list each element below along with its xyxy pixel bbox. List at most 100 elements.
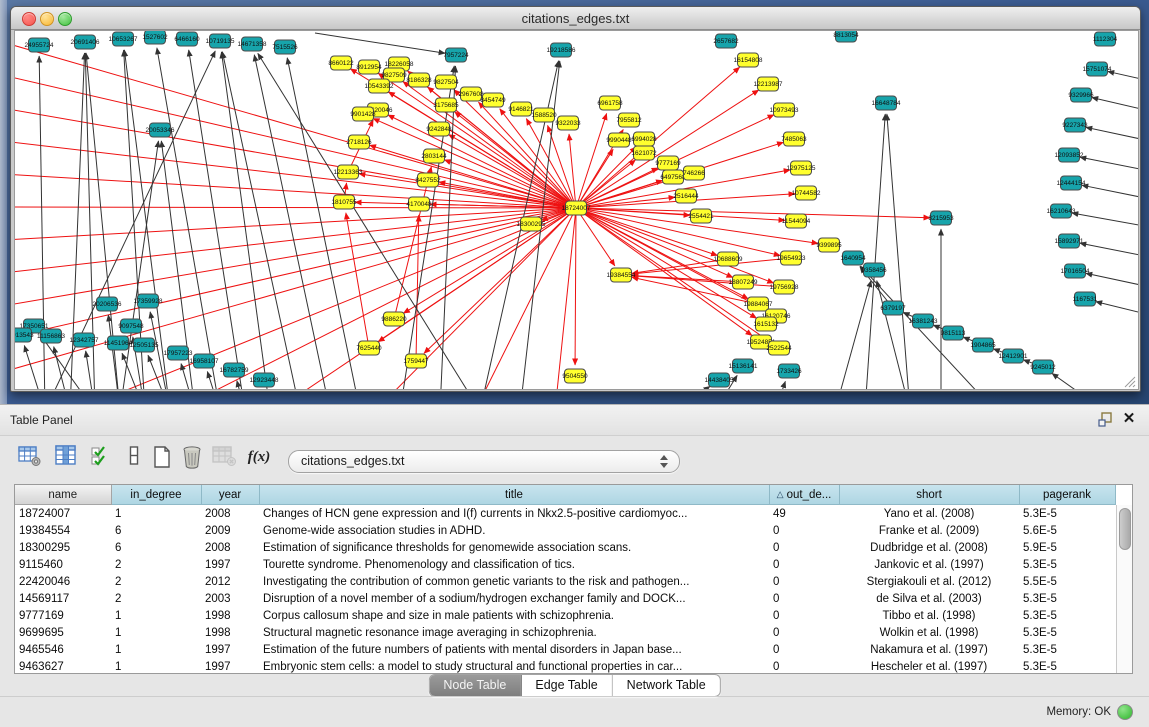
graph-node[interactable]: 10719135	[206, 34, 235, 48]
graph-node[interactable]: 14671358	[238, 37, 267, 51]
graph-node[interactable]: 12213987	[754, 77, 783, 91]
graph-node[interactable]: 9827504	[433, 75, 459, 89]
graph-node[interactable]: 10543392	[365, 79, 394, 93]
cell-title[interactable]: Estimation of significance thresholds fo…	[259, 539, 769, 556]
cell-year[interactable]: 1998	[201, 624, 259, 641]
graph-node[interactable]: 9504550	[562, 369, 588, 383]
cell-year[interactable]: 2008	[201, 539, 259, 556]
graph-node[interactable]: 9245012	[1030, 360, 1056, 374]
cell-pagerank[interactable]: 5.3E-5	[1019, 607, 1115, 624]
graph-node[interactable]: 1640954	[840, 251, 866, 265]
graph-node[interactable]: 7485063	[781, 132, 807, 146]
graph-node[interactable]: 2718126	[346, 135, 372, 149]
graph-node[interactable]: 20691406	[71, 35, 100, 49]
cell-out_degree[interactable]: 0	[769, 658, 839, 674]
cell-year[interactable]: 2012	[201, 573, 259, 590]
graph-node[interactable]: 16648784	[872, 96, 901, 110]
graph-node[interactable]: 10653267	[109, 32, 138, 46]
cell-short[interactable]: Franke et al. (2009)	[839, 522, 1019, 539]
tab-edge-table[interactable]: Edge Table	[521, 675, 612, 696]
cell-in_degree[interactable]: 2	[111, 573, 201, 590]
graph-node[interactable]: 1621072	[631, 146, 657, 160]
cell-title[interactable]: Embryonic stem cells: a model to study s…	[259, 658, 769, 674]
cell-pagerank[interactable]: 5.5E-5	[1019, 573, 1115, 590]
cell-title[interactable]: Tourette syndrome. Phenomenology and cla…	[259, 556, 769, 573]
cell-year[interactable]: 1997	[201, 658, 259, 674]
table-row[interactable]: 911546021997Tourette syndrome. Phenomeno…	[15, 556, 1115, 573]
cell-out_degree[interactable]: 0	[769, 590, 839, 607]
graph-node[interactable]: 12923448	[250, 373, 279, 387]
graph-node[interactable]: 9886220	[381, 312, 407, 326]
cell-name[interactable]: 14569117	[15, 590, 111, 607]
cell-short[interactable]: Hescheler et al. (1997)	[839, 658, 1019, 674]
cell-year[interactable]: 2003	[201, 590, 259, 607]
graph-node[interactable]: 6379197	[880, 301, 906, 315]
graph-node[interactable]: 1527602	[142, 31, 168, 44]
graph-node[interactable]: 9901428	[350, 107, 376, 121]
graph-node[interactable]: 3175685	[433, 98, 459, 112]
graph-node[interactable]: 16154808	[734, 53, 763, 67]
cell-name[interactable]: 9463627	[15, 658, 111, 674]
graph-node[interactable]: 9990448	[606, 133, 632, 147]
graph-node[interactable]: 9815113	[941, 326, 966, 340]
cell-out_degree[interactable]: 0	[769, 641, 839, 658]
cell-pagerank[interactable]: 5.6E-5	[1019, 522, 1115, 539]
graph-node[interactable]: 1810755	[331, 195, 357, 209]
graph-node[interactable]: 16958107	[190, 354, 219, 368]
table-row[interactable]: 946362711997Embryonic stem cells: a mode…	[15, 658, 1115, 674]
graph-node[interactable]: 12975125	[787, 161, 816, 175]
cell-in_degree[interactable]: 1	[111, 641, 201, 658]
tab-network-table[interactable]: Network Table	[613, 675, 720, 696]
cell-out_degree[interactable]: 0	[769, 522, 839, 539]
graph-node[interactable]: 12093852	[1055, 148, 1084, 162]
graph-node[interactable]: 746266	[683, 166, 705, 180]
graph-node[interactable]: 10744582	[792, 186, 821, 200]
cell-name[interactable]: 18724007	[15, 505, 111, 523]
cell-name[interactable]: 9115460	[15, 556, 111, 573]
graph-node[interactable]: 9097548	[118, 319, 144, 333]
cell-year[interactable]: 1998	[201, 607, 259, 624]
graph-node[interactable]: 10688609	[714, 252, 743, 266]
column-selection-icon[interactable]	[88, 443, 116, 471]
graph-node[interactable]: 6961758	[597, 96, 623, 110]
graph-node[interactable]: 6466160	[174, 32, 200, 46]
function-builder-icon[interactable]: f(x)	[243, 443, 275, 471]
cell-pagerank[interactable]: 5.3E-5	[1019, 658, 1115, 674]
table-row[interactable]: 1938455462009Genome-wide association stu…	[15, 522, 1115, 539]
cell-short[interactable]: Nakamura et al. (1997)	[839, 641, 1019, 658]
cell-out_degree[interactable]: 0	[769, 573, 839, 590]
graph-node[interactable]: 8454749	[480, 93, 506, 107]
graph-node[interactable]: 11156863	[37, 329, 65, 343]
delete-column-icon[interactable]	[178, 443, 206, 471]
graph-node[interactable]: 17016504	[1061, 264, 1090, 278]
graph-node[interactable]: 9358456	[861, 263, 887, 277]
create-column-icon[interactable]	[148, 443, 176, 471]
cell-year[interactable]: 2008	[201, 505, 259, 523]
graph-node[interactable]: 14438405	[705, 373, 734, 387]
graph-node[interactable]: 9777169	[655, 156, 681, 170]
graph-node[interactable]: 19756928	[770, 280, 799, 294]
graph-node[interactable]: 9329966	[1068, 88, 1094, 102]
window-titlebar[interactable]: citations_edges.txt	[11, 7, 1140, 30]
cell-name[interactable]: 9777169	[15, 607, 111, 624]
graph-node[interactable]: 18300295	[517, 217, 546, 231]
column-header-out-degree[interactable]: △out_de...	[769, 485, 839, 505]
graph-node[interactable]: 16782759	[220, 363, 249, 377]
graph-node[interactable]: 1588520	[531, 108, 557, 122]
graph-node[interactable]: 2516444	[673, 189, 699, 203]
cell-short[interactable]: Wolkin et al. (1998)	[839, 624, 1019, 641]
graph-node[interactable]: 1759447	[403, 354, 429, 368]
graph-node[interactable]: 8215953	[928, 211, 954, 225]
graph-node[interactable]: 16210643	[1047, 204, 1076, 218]
column-header-name[interactable]: name	[15, 485, 111, 505]
graph-node[interactable]: 7625440	[356, 341, 382, 355]
graph-node[interactable]: 11451964	[104, 336, 133, 350]
graph-node[interactable]: 7957224	[443, 48, 469, 62]
cell-in_degree[interactable]: 1	[111, 607, 201, 624]
cell-short[interactable]: Stergiakouli et al. (2012)	[839, 573, 1019, 590]
graph-node[interactable]: 7955812	[616, 113, 642, 127]
cell-name[interactable]: 19384554	[15, 522, 111, 539]
cell-title[interactable]: Investigating the contribution of common…	[259, 573, 769, 590]
graph-node[interactable]: 12213363	[334, 165, 363, 179]
cell-year[interactable]: 1997	[201, 556, 259, 573]
